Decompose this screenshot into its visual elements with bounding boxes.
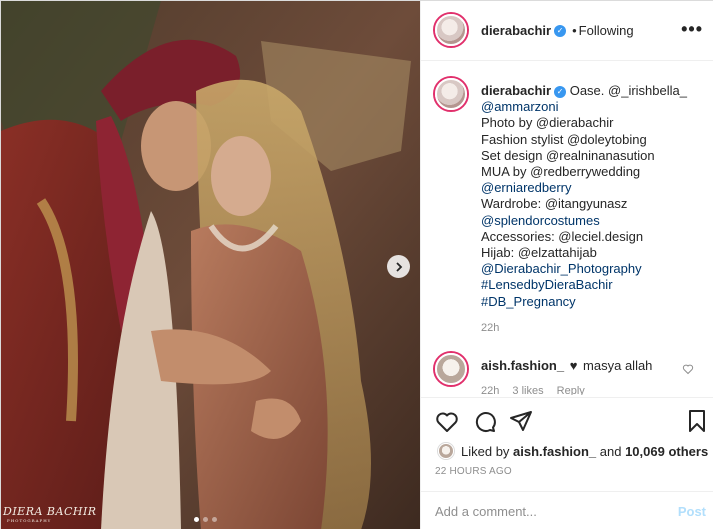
comment-likes[interactable]: 3 likes (512, 385, 543, 395)
commenter-username[interactable]: aish.fashion_ (481, 358, 564, 373)
carousel-dot (203, 517, 208, 522)
likes-count[interactable]: 10,069 others (625, 444, 708, 459)
next-photo-button[interactable] (387, 255, 410, 278)
carousel-indicator (194, 517, 217, 522)
share-paper-plane-icon[interactable] (509, 409, 533, 433)
caption-mention[interactable]: @splendorcostumes (481, 213, 705, 229)
caption-mention[interactable]: @ammarzoni (481, 99, 705, 115)
caption-mention[interactable]: @erniaredberry (481, 180, 705, 196)
author-avatar[interactable] (433, 12, 469, 48)
following-button[interactable]: Following (579, 23, 634, 38)
caption-text: Oase. @_irishbella_ (569, 83, 687, 98)
post-comment-button[interactable]: Post (678, 504, 706, 519)
caption-hashtag[interactable]: #LensedbyDieraBachir (481, 277, 705, 293)
add-comment-bar: Post (421, 491, 713, 529)
heart-emoji-icon: ♥ (569, 358, 578, 373)
carousel-dot (212, 517, 217, 522)
separator-dot: • (572, 23, 577, 38)
author-username[interactable]: dierabachir (481, 23, 551, 38)
watermark-text: DIERA BACHIR (3, 505, 97, 518)
post-sidebar: dierabachir ✓ • Following ••• dierabachi… (420, 1, 713, 529)
verified-badge-icon: ✓ (554, 85, 567, 98)
photographer-watermark: DIERA BACHIR PHOTOGRAPHY (3, 505, 97, 523)
liked-by-row: Liked by aish.fashion_ and 10,069 others (437, 442, 708, 460)
caption-mention[interactable]: @Dierabachir_Photography (481, 261, 705, 277)
caption-time[interactable]: 22h (481, 322, 499, 334)
liked-by-label: Liked by (461, 443, 510, 459)
comment-text: masya allah (583, 358, 653, 373)
comment-time[interactable]: 22h (481, 385, 499, 395)
verified-badge-icon: ✓ (554, 24, 567, 37)
liker-avatar[interactable] (437, 442, 455, 460)
liked-by-connector: and (599, 443, 622, 459)
author-row: dierabachir ✓ • Following (481, 23, 634, 38)
watermark-subtext: PHOTOGRAPHY (7, 518, 52, 523)
more-options-icon[interactable]: ••• (681, 19, 703, 40)
comment-meta: 22h 3 likes Reply (481, 385, 595, 395)
like-comment-icon[interactable] (682, 363, 694, 375)
bookmark-icon[interactable] (685, 409, 709, 433)
caption-line: Hijab: @elzattahijab (481, 245, 597, 261)
caption-hashtag[interactable]: #DB_Pregnancy (481, 294, 705, 310)
couple-photo (1, 1, 420, 529)
caption-line: Fashion stylist @doleytobing (481, 131, 647, 147)
caption-line: dierabachir ✓ Oase. @_irishbella_ (481, 83, 705, 99)
liked-by-user[interactable]: aish.fashion_ (513, 444, 596, 459)
post-header: dierabachir ✓ • Following ••• (421, 1, 713, 61)
action-bar: Liked by aish.fashion_ and 10,069 others… (421, 397, 713, 529)
chevron-right-icon (395, 261, 402, 272)
post-timestamp[interactable]: 22 HOURS AGO (435, 466, 512, 477)
caption-line: Accessories: @leciel.design (481, 228, 644, 244)
caption-line: Photo by @dierabachir (481, 115, 614, 131)
caption-line: Set design @realninanasution (481, 147, 655, 163)
like-heart-icon[interactable] (435, 410, 459, 434)
comment-reply-button[interactable]: Reply (557, 385, 585, 395)
caption-author-username[interactable]: dierabachir (481, 83, 551, 98)
carousel-dot-active (194, 517, 199, 522)
instagram-post: DIERA BACHIR PHOTOGRAPHY dierabachir ✓ •… (0, 0, 713, 529)
commenter-avatar[interactable] (433, 351, 469, 387)
post-photo[interactable]: DIERA BACHIR PHOTOGRAPHY (1, 1, 420, 529)
post-caption: dierabachir ✓ Oase. @_irishbella_ @ammarz… (481, 83, 705, 310)
caption-line: MUA by @redberrywedding (481, 164, 641, 180)
comment-bubble-icon[interactable] (473, 410, 497, 434)
caption-line: Wardrobe: @itangyunasz (481, 196, 628, 212)
add-comment-input[interactable] (435, 500, 655, 522)
caption-author-avatar[interactable] (433, 76, 469, 112)
comment-item: aish.fashion_ ♥ masya allah (481, 358, 652, 373)
